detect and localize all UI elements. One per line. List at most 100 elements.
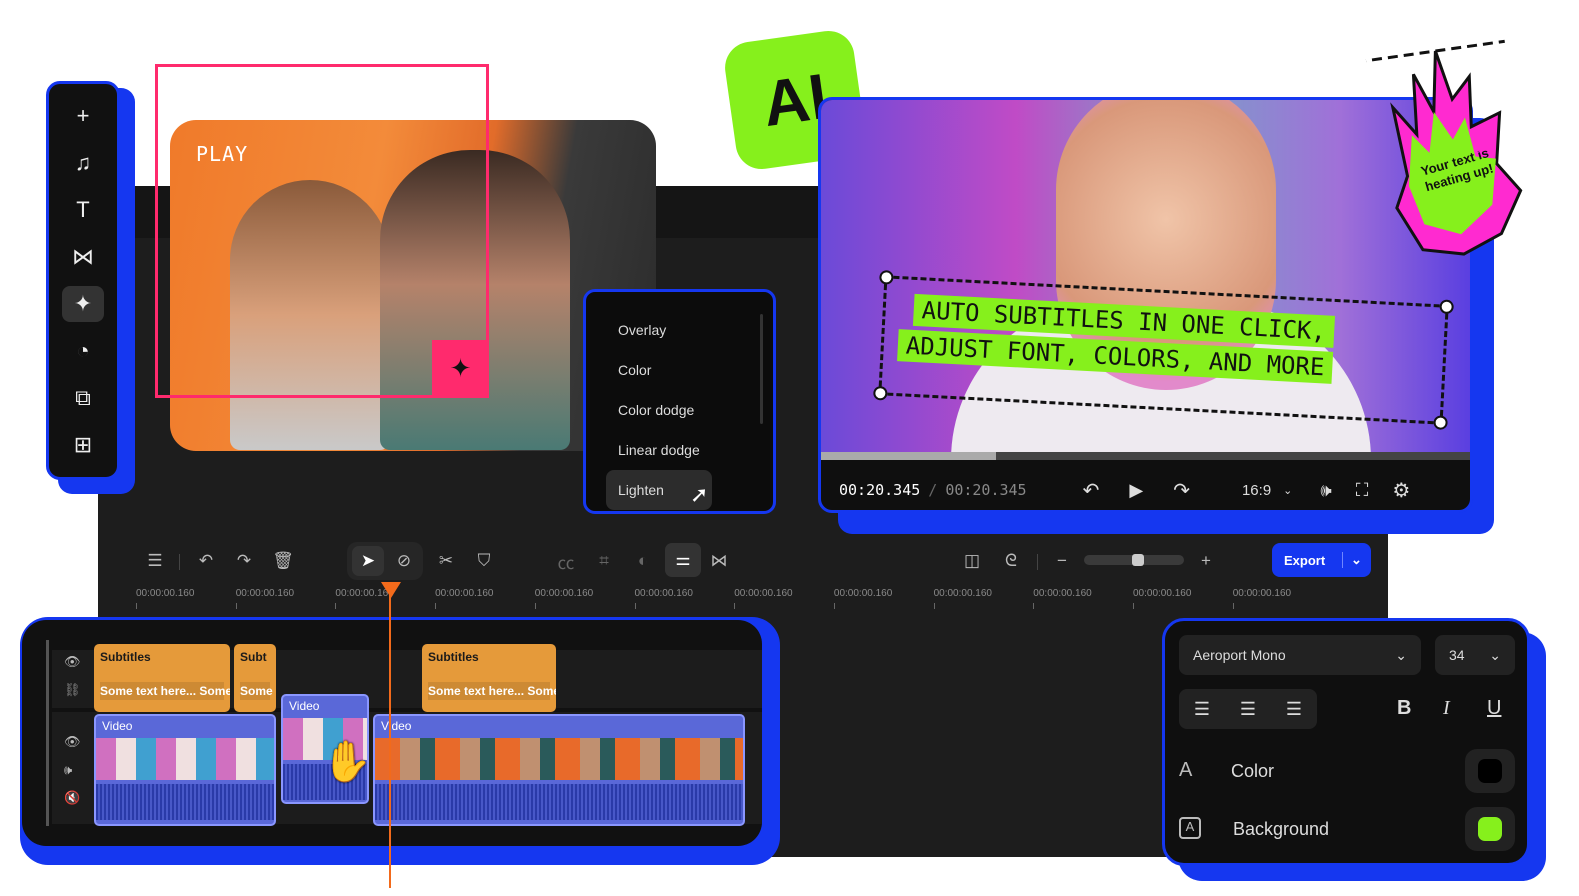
playhead[interactable]	[389, 583, 391, 888]
playhead-handle[interactable]	[381, 582, 401, 598]
zoom-slider[interactable]	[1084, 555, 1184, 565]
align-right-icon[interactable]: ☰	[1286, 699, 1302, 720]
contrast-icon[interactable]: ◐	[627, 546, 659, 576]
clip-title: Video	[375, 716, 743, 738]
transition-add-icon[interactable]: ⋈	[703, 546, 735, 576]
ruler-label: 00:00:00.160	[1133, 588, 1191, 599]
color-swatch	[1478, 759, 1502, 783]
video-clip[interactable]: Video	[94, 714, 276, 826]
volume-icon[interactable]: 🕪	[64, 762, 72, 778]
fullscreen-icon[interactable]: ⛶	[1356, 480, 1369, 501]
chevron-down-icon: ⌄	[1489, 647, 1501, 664]
font-size-select[interactable]: 34 ⌄	[1435, 635, 1515, 675]
bold-icon[interactable]: B	[1397, 697, 1411, 720]
apps-icon[interactable]: ⊞	[62, 427, 104, 463]
stickers-icon[interactable]: ⧉	[62, 380, 104, 416]
menu-scrollbar[interactable]	[760, 314, 763, 424]
add-icon[interactable]: +	[62, 98, 104, 134]
mute-icon[interactable]: 🔇	[64, 790, 80, 806]
subtitle-clip[interactable]: SubtSome	[234, 644, 276, 712]
chevron-down-icon[interactable]: ⌄	[1283, 484, 1292, 497]
ruler-tick	[834, 603, 835, 609]
effects-icon[interactable]: ✦	[62, 286, 104, 322]
menu-item-overlay[interactable]: Overlay	[606, 310, 753, 350]
adjust-icon[interactable]: ⚌	[665, 543, 701, 577]
color-swatch-button[interactable]	[1465, 749, 1515, 793]
background-color-icon: A	[1179, 817, 1201, 839]
music-icon[interactable]: ♫	[62, 145, 104, 181]
background-swatch	[1478, 817, 1502, 841]
transitions-icon[interactable]: ⋈	[62, 239, 104, 275]
add-track-icon[interactable]: ☰	[139, 546, 171, 576]
subtitle-clip[interactable]: Subtitles Some text here... Some	[94, 644, 230, 712]
resize-handle[interactable]	[873, 386, 888, 401]
crop-icon[interactable]: ⌗	[588, 546, 620, 576]
resize-handle[interactable]	[1433, 415, 1448, 430]
timeline-toolbar: ☰ ↶ ↷ 🗑 ➤ ⊘ ✂ ⛉ ㏄ ⌗ ◐ ⚌ ⋈ ◫ ᘓ − +	[135, 540, 1375, 580]
font-select[interactable]: Aeroport Mono⌄	[1179, 635, 1421, 675]
menu-item-color[interactable]: Color	[606, 350, 753, 390]
eye-icon[interactable]: 👁	[64, 734, 81, 750]
text-icon[interactable]: T	[62, 192, 104, 228]
undo-icon[interactable]: ↶	[190, 546, 222, 576]
align-center-icon[interactable]: ☰	[1240, 699, 1256, 720]
ruler-label: 00:00:00.160	[236, 588, 294, 599]
filters-icon[interactable]: ◔	[62, 333, 104, 369]
clip-title: Subtitles	[100, 650, 224, 664]
zoom-in-icon[interactable]: +	[1190, 546, 1222, 576]
link-tool-icon[interactable]: ⊘	[388, 546, 420, 576]
menu-item-linear-dodge[interactable]: Linear dodge	[606, 430, 753, 470]
ruler-label: 00:00:00.160	[834, 588, 892, 599]
clip-title: Video	[96, 716, 274, 738]
captions-icon[interactable]: ㏄	[550, 546, 582, 576]
select-tool-icon[interactable]: ➤	[352, 546, 384, 576]
ruler-label: 00:00:00.160	[1033, 588, 1091, 599]
zoom-out-icon[interactable]: −	[1046, 546, 1078, 576]
settings-gear-icon[interactable]: ⚙	[1392, 478, 1410, 503]
audio-detach-icon[interactable]: ◫	[956, 546, 988, 576]
clip-text: Some	[240, 682, 270, 700]
current-time: 00:20.345	[839, 481, 920, 499]
aspect-ratio-select[interactable]: 16:9	[1242, 482, 1271, 499]
underline-icon[interactable]: U	[1487, 697, 1501, 720]
ruler-tick	[335, 603, 336, 609]
forward-icon[interactable]: ↷	[1173, 478, 1190, 503]
delete-icon[interactable]: 🗑	[267, 546, 299, 576]
ruler-label: 00:00:00.160	[1233, 588, 1291, 599]
unlink-icon[interactable]: ⛓	[64, 682, 81, 698]
clip-title: Subtitles	[428, 650, 550, 664]
background-swatch-button[interactable]	[1465, 807, 1515, 851]
export-label: Export	[1272, 553, 1342, 568]
time-separator: /	[928, 481, 937, 499]
subtitle-clip[interactable]: SubtitlesSome text here... Some	[422, 644, 556, 712]
color-label: Color	[1231, 761, 1274, 782]
font-size-value: 34	[1449, 647, 1465, 663]
volume-icon[interactable]: 🕪	[1320, 480, 1331, 501]
menu-item-color-dodge[interactable]: Color dodge	[606, 390, 753, 430]
font-value: Aeroport Mono	[1193, 647, 1286, 663]
video-clip[interactable]: Video	[373, 714, 745, 826]
zoom-slider-knob[interactable]	[1132, 554, 1144, 566]
track-bar	[46, 640, 49, 826]
grab-hand-icon: ✋	[322, 738, 372, 785]
ruler-label: 00:00:00.160	[435, 588, 493, 599]
play-icon[interactable]: ▶	[1129, 480, 1143, 501]
export-button[interactable]: Export ⌄	[1272, 543, 1371, 577]
clip-text: Some text here... Some	[100, 682, 224, 700]
ruler-tick	[535, 603, 536, 609]
sparkle-icon[interactable]: ✦	[432, 340, 489, 397]
ruler-tick	[635, 603, 636, 609]
chevron-down-icon[interactable]: ⌄	[1343, 552, 1362, 568]
resize-handle[interactable]	[1439, 299, 1454, 314]
speed-icon[interactable]: ᘓ	[995, 546, 1027, 576]
italic-icon[interactable]: I	[1443, 697, 1450, 720]
cut-icon[interactable]: ✂	[430, 546, 462, 576]
align-left-icon[interactable]: ☰	[1194, 699, 1210, 720]
marker-icon[interactable]: ⛉	[468, 546, 500, 576]
ruler-label: 00:00:00.160	[635, 588, 693, 599]
ruler-tick	[435, 603, 436, 609]
progress-bar[interactable]	[821, 452, 1470, 460]
redo-icon[interactable]: ↷	[228, 546, 260, 576]
eye-icon[interactable]: 👁	[64, 654, 81, 670]
rewind-icon[interactable]: ↶	[1083, 478, 1100, 503]
